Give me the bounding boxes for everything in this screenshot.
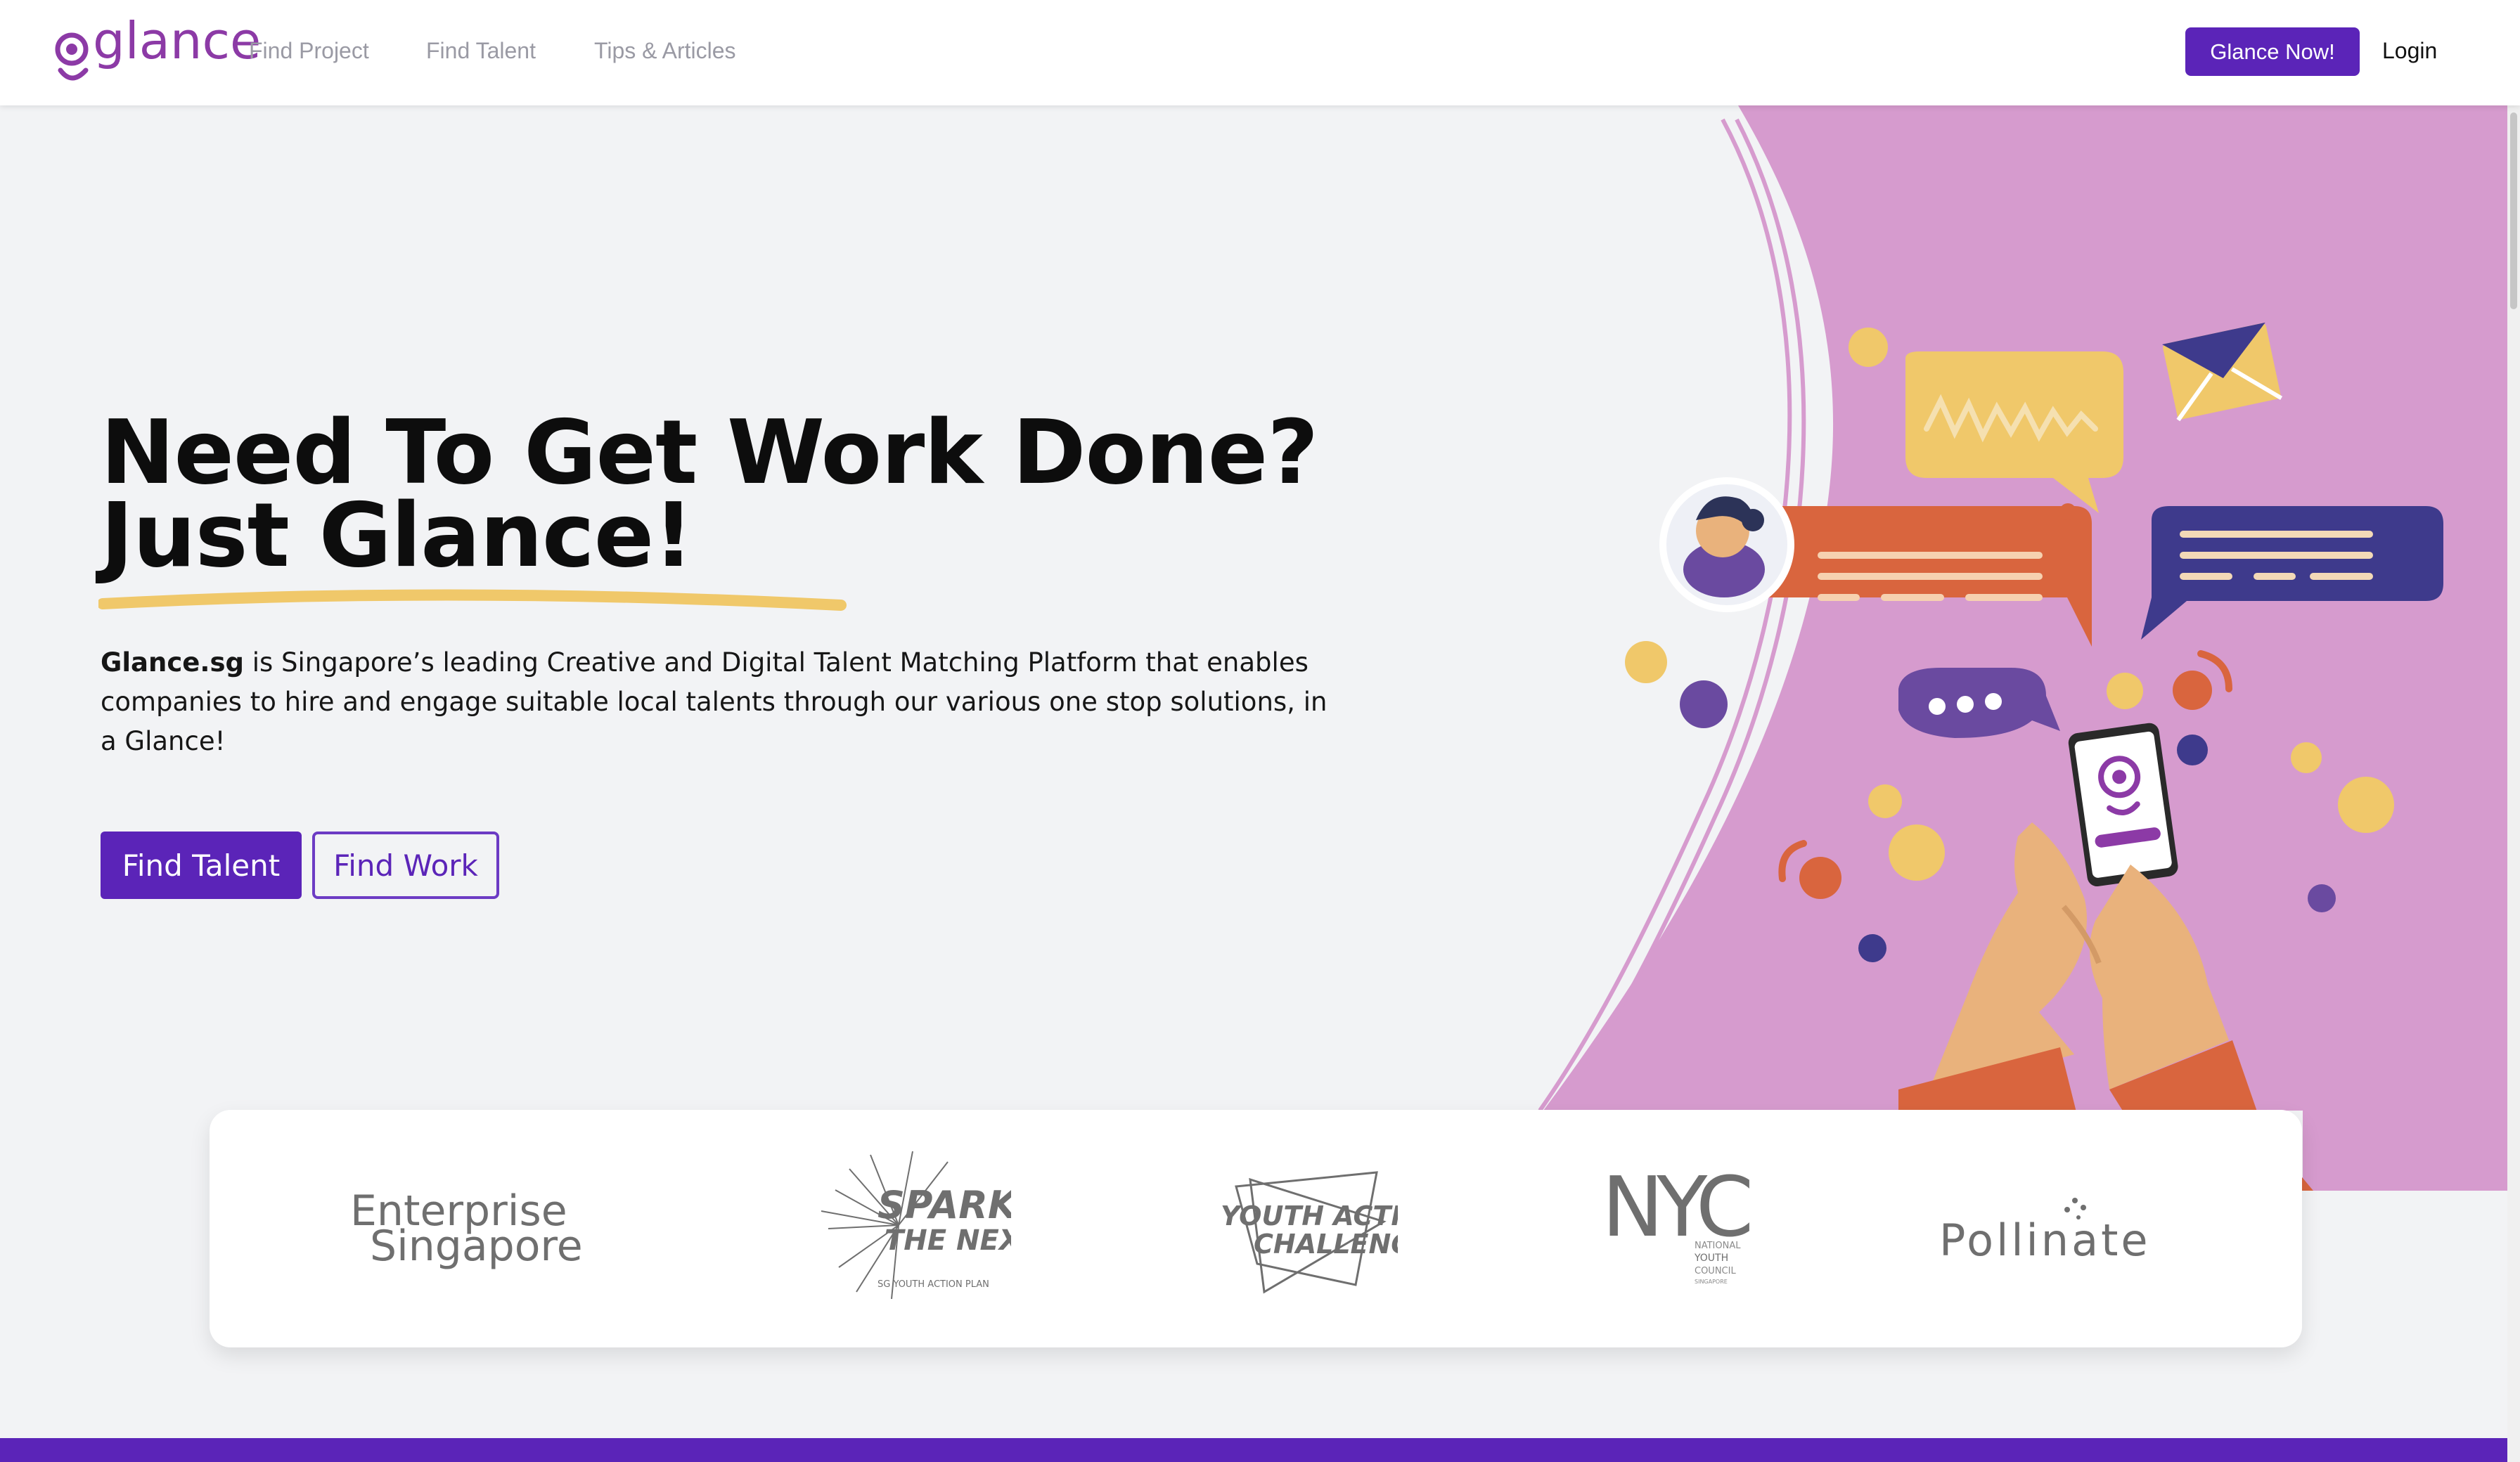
enterprise-singapore-logo[interactable]: Enterprise Singapore [336, 1110, 582, 1347]
national-youth-council-logo[interactable]: NYC NATIONAL YOUTH COUNCIL SINGAPORE [1588, 1110, 1770, 1347]
nyc-sub-4: SINGAPORE [1695, 1279, 1728, 1285]
brand-name: Glance.sg [101, 647, 244, 678]
youth-action-challenge-logo[interactable]: YOUTH ACTION CHALLENGE [1215, 1110, 1398, 1347]
nyc-sub-3: COUNCIL [1695, 1266, 1736, 1276]
pollinate-wordmark: Pollinate [1939, 1215, 2151, 1266]
hero-headline: Need To Get Work Done? Just Glance! [101, 408, 1318, 580]
typing-dot-2 [1957, 696, 1974, 713]
hero-description-text: is Singapore’s leading Creative and Digi… [101, 647, 1328, 756]
nav-link-find-talent[interactable]: Find Talent [426, 38, 536, 64]
typing-dot-3 [1985, 693, 2002, 710]
glance-logo-icon[interactable] [55, 25, 91, 86]
find-work-button[interactable]: Find Work [312, 832, 499, 899]
enterprise-line-2: Singapore [370, 1222, 582, 1271]
footer-section-band [0, 1438, 2507, 1462]
spark-line-1: SPARK [878, 1183, 1011, 1227]
spark-line-2: THE NEXT [885, 1224, 1011, 1257]
spark-subtitle: SG YOUTH ACTION PLAN [878, 1279, 989, 1290]
glance-now-button[interactable]: Glance Now! [2185, 27, 2360, 76]
spark-the-next-logo[interactable]: SPARK THE NEXT SG YOUTH ACTION PLAN [814, 1110, 1011, 1347]
headline-underline [98, 589, 847, 611]
logo-wordmark[interactable]: glance [93, 15, 261, 66]
yac-line-1: YOUTH ACTION [1221, 1201, 1398, 1231]
avatar [1659, 477, 1794, 612]
typing-dot-1 [1929, 698, 1946, 715]
partner-logos-card: Enterprise Singapore SPARK THE NEXT SG Y… [210, 1110, 2302, 1347]
login-link[interactable]: Login [2382, 38, 2437, 64]
nyc-sub-2: YOUTH [1694, 1253, 1728, 1264]
find-talent-button[interactable]: Find Talent [101, 832, 302, 899]
pollinate-logo[interactable]: Pollinate [1911, 1110, 2164, 1347]
top-navbar: glance Find Project Find Talent Tips & A… [0, 0, 2520, 105]
nyc-sub-1: NATIONAL [1695, 1241, 1741, 1251]
yac-line-2: CHALLENGE [1254, 1229, 1398, 1260]
headline-line-2: Just Glance! [101, 484, 694, 587]
scrollbar-thumb[interactable] [2510, 112, 2517, 309]
hero-description: Glance.sg is Singapore’s leading Creativ… [101, 643, 1338, 761]
nav-link-find-project[interactable]: Find Project [249, 38, 369, 64]
nav-link-tips-articles[interactable]: Tips & Articles [594, 38, 736, 64]
